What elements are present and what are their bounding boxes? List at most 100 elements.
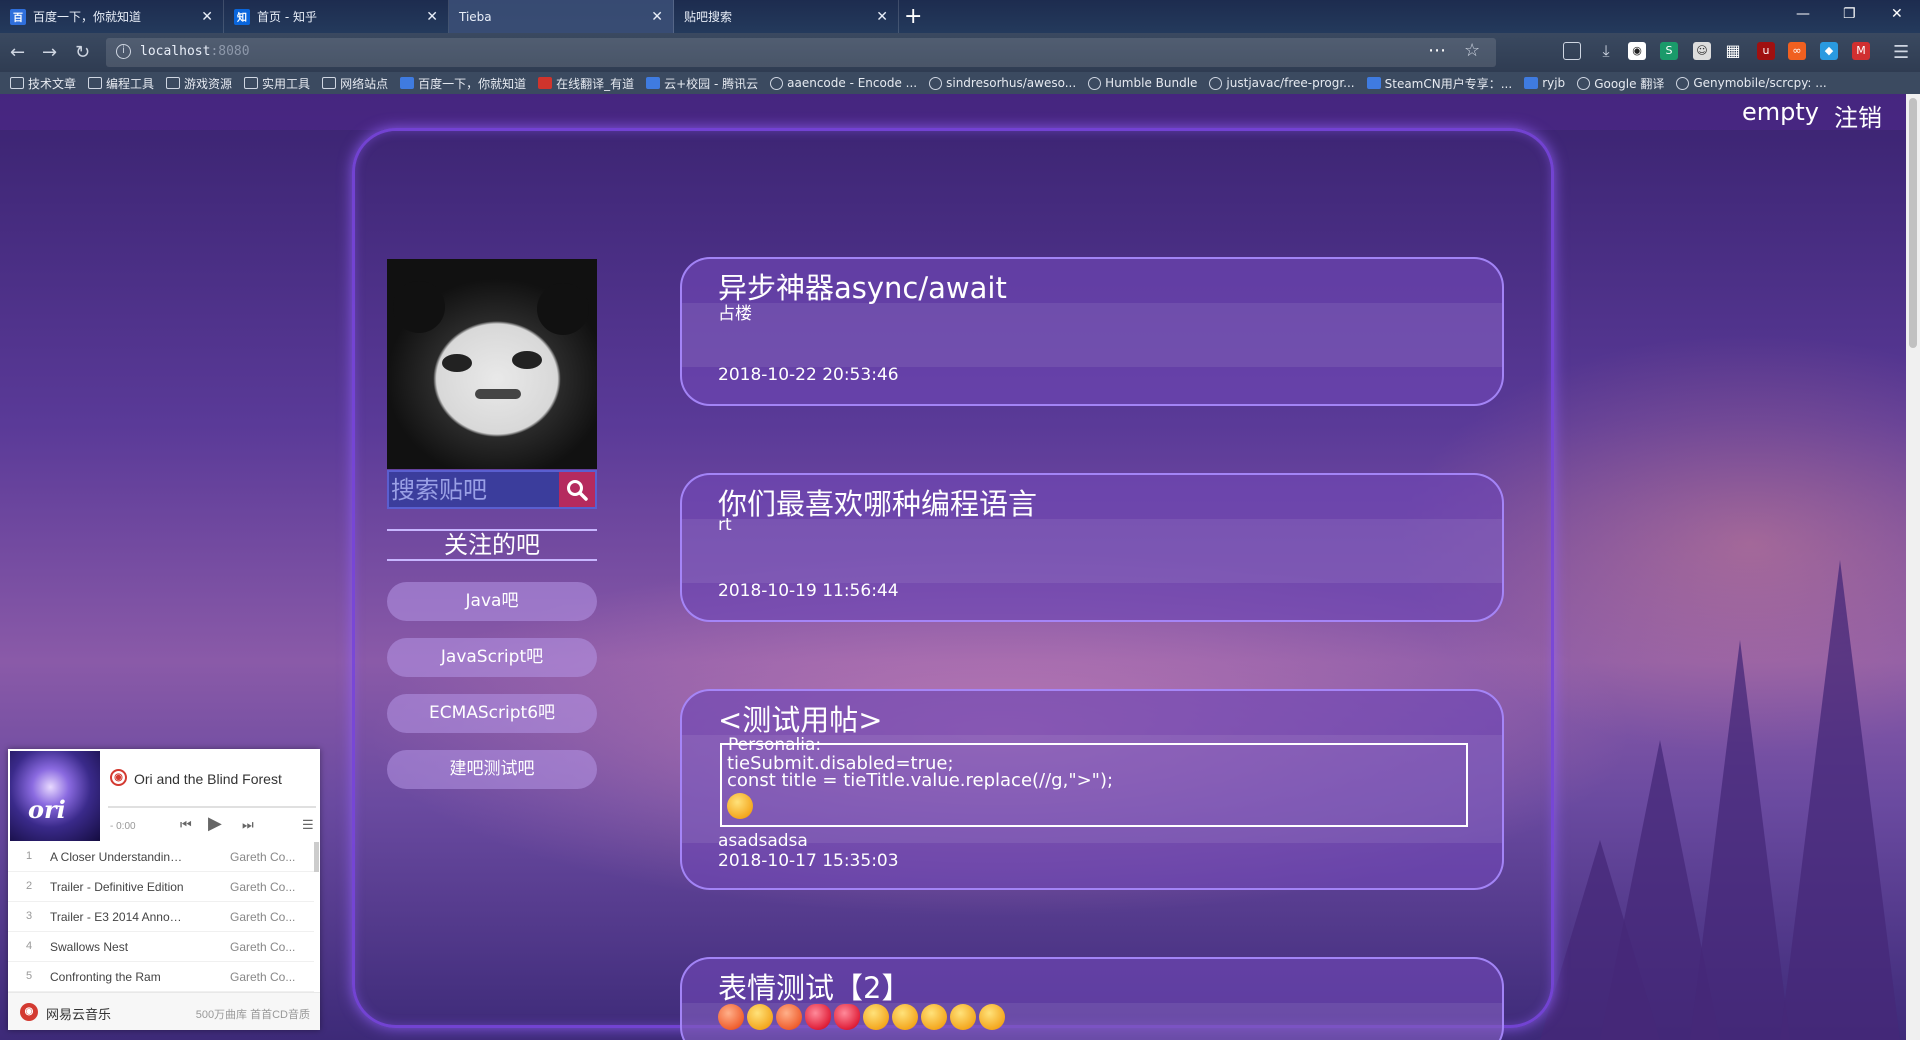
extension-infinity-icon[interactable]: ∞ <box>1788 42 1806 60</box>
tab-title: Tieba <box>459 9 492 24</box>
bar-link-javascript[interactable]: JavaScript吧 <box>387 638 597 677</box>
bookmark-item[interactable]: 技术文章 <box>10 75 76 92</box>
search-input[interactable] <box>389 472 561 507</box>
bookmark-item[interactable]: 云+校园 - 腾讯云 <box>646 75 758 92</box>
post-card[interactable]: 异步神器async/await 占楼 2018-10-22 20:53:46 <box>680 257 1504 406</box>
bookmark-item[interactable]: Genymobile/scrcpy: ... <box>1676 76 1827 90</box>
player-footer: ◉ 网易云音乐 500万曲库 首首CD音质 <box>8 992 320 1030</box>
bookmark-item[interactable]: justjavac/free-progr... <box>1209 76 1355 90</box>
bar-search <box>387 470 597 509</box>
bookmark-item[interactable]: 百度一下，你就知道 <box>400 75 526 92</box>
track-artist: Gareth Co... <box>230 970 296 984</box>
tab-zhihu[interactable]: 知 首页 - 知乎 ✕ <box>224 0 449 33</box>
play-icon[interactable]: ▶ <box>208 813 222 834</box>
bookmark-label: justjavac/free-progr... <box>1226 76 1355 90</box>
bookmark-label: 云+校园 - 腾讯云 <box>664 76 759 91</box>
ublock-icon[interactable]: u <box>1757 42 1775 60</box>
bookmark-item[interactable]: SteamCN用户专享：... <box>1366 75 1512 92</box>
bookmark-item[interactable]: sindresorhus/aweso... <box>929 76 1076 90</box>
extension-icon[interactable]: ◉ <box>1628 42 1646 60</box>
extension-ghost-icon[interactable]: ☺ <box>1693 42 1711 60</box>
playlist-scrollbar[interactable] <box>314 842 319 872</box>
playlist-row[interactable]: 2 Trailer - Definitive Edition Gareth Co..… <box>8 872 314 902</box>
forward-icon[interactable]: → <box>42 42 57 63</box>
tab-title: 百度一下，你就知道 <box>33 10 142 24</box>
download-icon[interactable]: ⤓ <box>1597 42 1615 60</box>
playlist-row[interactable]: 3 Trailer - E3 2014 Announce... Gareth Co.… <box>8 902 314 932</box>
url-bar[interactable]: i localhost:8080 ⋯ ☆ <box>106 38 1496 67</box>
bar-link-test[interactable]: 建吧测试吧 <box>387 750 597 789</box>
username[interactable]: empty <box>1742 98 1819 126</box>
bookmark-label: 实用工具 <box>262 76 311 91</box>
bookmark-item[interactable]: Humble Bundle <box>1088 76 1197 90</box>
bar-link-java[interactable]: Java吧 <box>387 582 597 621</box>
google-icon <box>1577 76 1591 90</box>
close-icon[interactable]: ✕ <box>426 9 438 25</box>
extension-s-icon[interactable]: S <box>1660 42 1678 60</box>
bookmark-label: 百度一下，你就知道 <box>418 76 527 91</box>
reload-icon[interactable]: ↻ <box>75 42 90 63</box>
emoji-icon <box>718 1004 744 1030</box>
post-title[interactable]: <测试用帖> <box>718 697 883 739</box>
tab-tieba[interactable]: Tieba ✕ <box>449 0 674 33</box>
extension-colorful-icon[interactable]: ◆ <box>1820 42 1838 60</box>
panda-ear <box>537 283 589 335</box>
close-icon[interactable]: ✕ <box>651 9 663 25</box>
ryjb-icon <box>1524 77 1539 89</box>
playlist-row[interactable]: 1 A Closer Understanding of t... Gareth Co… <box>8 842 314 872</box>
post-title[interactable]: 表情测试【2】 <box>718 965 910 1007</box>
scrollbar-thumb[interactable] <box>1909 98 1917 348</box>
extension-m-icon[interactable]: M <box>1852 42 1870 60</box>
tab-baidu[interactable]: 百 百度一下，你就知道 ✕ <box>0 0 224 33</box>
bookmark-item[interactable]: 编程工具 <box>88 75 154 92</box>
track-title: A Closer Understanding of t... <box>50 850 185 864</box>
tab-tieba-search[interactable]: 贴吧搜索 ✕ <box>674 0 899 33</box>
logout-link[interactable]: 注销 <box>1834 98 1882 133</box>
search-button[interactable] <box>559 472 595 507</box>
restore-icon[interactable]: ❐ <box>1843 6 1856 22</box>
post-card[interactable]: 表情测试【2】 <box>680 957 1504 1040</box>
track-artist: Gareth Co... <box>230 850 296 864</box>
post-card[interactable]: 你们最喜欢哪种编程语言 rt 2018-10-19 11:56:44 <box>680 473 1504 622</box>
track-artist: Gareth Co... <box>230 880 296 894</box>
player-brand[interactable]: 网易云音乐 <box>46 1004 111 1023</box>
back-icon[interactable]: ← <box>10 42 25 63</box>
playlist-row[interactable]: 4 Swallows Nest Gareth Co... <box>8 932 314 962</box>
panda-eye <box>442 354 472 372</box>
menu-icon[interactable]: ☰ <box>1893 42 1909 63</box>
bookmark-item[interactable]: 游戏资源 <box>166 75 232 92</box>
post-card[interactable]: <测试用帖> Personalia: tieSubmit.disabled=tr… <box>680 689 1504 890</box>
more-icon[interactable]: ⋯ <box>1428 40 1446 61</box>
url-text[interactable]: localhost:8080 <box>140 44 250 59</box>
bookmark-item[interactable]: 网络站点 <box>322 75 388 92</box>
bookmark-item[interactable]: 实用工具 <box>244 75 310 92</box>
bookmark-star-icon[interactable]: ☆ <box>1464 40 1480 61</box>
bookmark-item[interactable]: ryjb <box>1524 76 1565 90</box>
post-title[interactable]: 你们最喜欢哪种编程语言 <box>718 481 1037 523</box>
new-tab-button[interactable]: + <box>904 4 922 29</box>
next-icon[interactable]: ⏭ <box>242 817 254 833</box>
previous-icon[interactable]: ⏮ <box>180 817 192 833</box>
bookmark-item[interactable]: aaencode - Encode ... <box>770 76 917 90</box>
page-scrollbar[interactable] <box>1906 94 1920 1040</box>
emoji-icon <box>727 793 753 819</box>
window-close-icon[interactable]: ✕ <box>1891 6 1903 22</box>
info-icon[interactable]: i <box>116 44 131 59</box>
bookmark-item[interactable]: 在线翻译_有道 <box>538 75 634 92</box>
track-number: 1 <box>26 850 33 862</box>
bookmark-item[interactable]: Google 翻译 <box>1577 75 1664 92</box>
playlist-icon[interactable]: ☰ <box>302 817 314 833</box>
track-artist: Gareth Co... <box>230 940 296 954</box>
playlist-row[interactable]: 5 Confronting the Ram Gareth Co... <box>8 962 314 992</box>
close-icon[interactable]: ✕ <box>876 9 888 25</box>
close-icon[interactable]: ✕ <box>201 9 213 25</box>
bar-link-ecmascript6[interactable]: ECMAScript6吧 <box>387 694 597 733</box>
panda-ear <box>393 281 445 333</box>
progress-bar[interactable] <box>108 806 316 808</box>
library-icon[interactable] <box>1563 42 1581 60</box>
bookmark-label: ryjb <box>1542 76 1566 90</box>
minimize-icon[interactable]: — <box>1796 6 1810 22</box>
post-title[interactable]: 异步神器async/await <box>718 265 1007 307</box>
bookmark-label: aaencode - Encode ... <box>787 76 918 90</box>
extension-grid-icon[interactable]: ▦ <box>1724 42 1742 60</box>
